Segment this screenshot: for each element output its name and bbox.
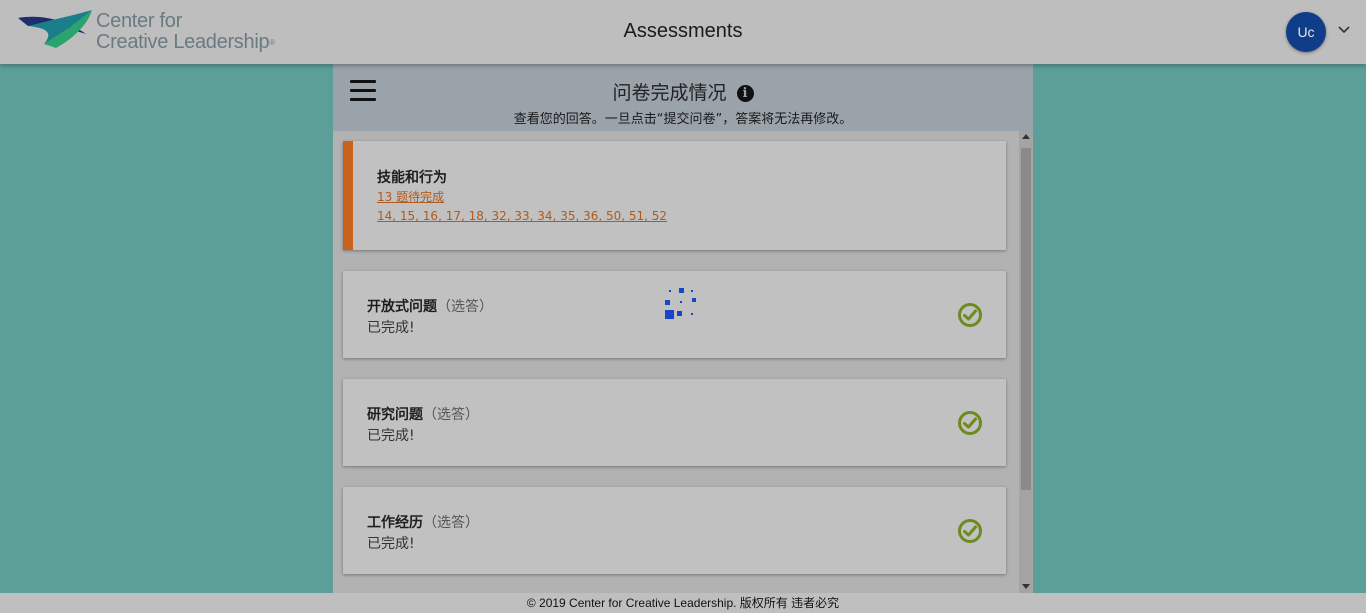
pending-count-link[interactable]: 13 题待完成: [377, 188, 444, 205]
panel-header: 问卷完成情况 i 查看您的回答。一旦点击“提交问卷”，答案将无法再修改。: [333, 64, 1033, 131]
app-title: Assessments: [623, 20, 743, 42]
optional-label: （选答）: [437, 299, 493, 315]
section-title: 技能和行为: [377, 170, 447, 186]
scroll-up-arrow[interactable]: [1022, 134, 1030, 139]
scroll-down-arrow[interactable]: [1022, 584, 1030, 589]
section-title: 研究问题（选答）: [367, 407, 479, 423]
info-icon[interactable]: i: [736, 85, 754, 102]
section-card-research-questions[interactable]: 研究问题（选答） 已完成!: [343, 379, 1006, 466]
panel-title: 问卷完成情况 i: [333, 78, 1033, 105]
section-status: 已完成!: [367, 428, 415, 444]
optional-label: （选答）: [423, 515, 479, 531]
check-circle-icon: [958, 519, 982, 543]
loading-spinner-icon: [665, 288, 696, 319]
chevron-down-icon[interactable]: [1336, 22, 1352, 38]
section-status: 已完成!: [367, 536, 415, 552]
check-circle-icon: [958, 303, 982, 327]
section-title: 工作经历（选答）: [367, 515, 479, 531]
scroll-thumb[interactable]: [1021, 148, 1031, 490]
optional-label: （选答）: [423, 407, 479, 423]
section-title: 开放式问题（选答）: [367, 299, 493, 315]
check-circle-icon: [958, 411, 982, 435]
footer-copyright: © 2019 Center for Creative Leadership. 版…: [0, 593, 1366, 613]
top-bar: Center for Creative Leadership® Assessme…: [0, 0, 1366, 64]
section-list: 技能和行为 13 题待完成 14, 15, 16, 17, 18, 32, 33…: [333, 131, 1019, 593]
pending-items-link[interactable]: 14, 15, 16, 17, 18, 32, 33, 34, 35, 36, …: [377, 209, 667, 223]
panel-subtitle: 查看您的回答。一旦点击“提交问卷”，答案将无法再修改。: [513, 112, 853, 127]
section-card-work-experience[interactable]: 工作经历（选答） 已完成!: [343, 487, 1006, 574]
section-status: 已完成!: [367, 320, 415, 336]
completion-panel: 问卷完成情况 i 查看您的回答。一旦点击“提交问卷”，答案将无法再修改。 技能和行…: [333, 64, 1033, 593]
user-avatar[interactable]: Uc: [1286, 12, 1326, 52]
scrollbar[interactable]: [1019, 131, 1033, 593]
section-card-skills[interactable]: 技能和行为 13 题待完成 14, 15, 16, 17, 18, 32, 33…: [343, 141, 1006, 250]
